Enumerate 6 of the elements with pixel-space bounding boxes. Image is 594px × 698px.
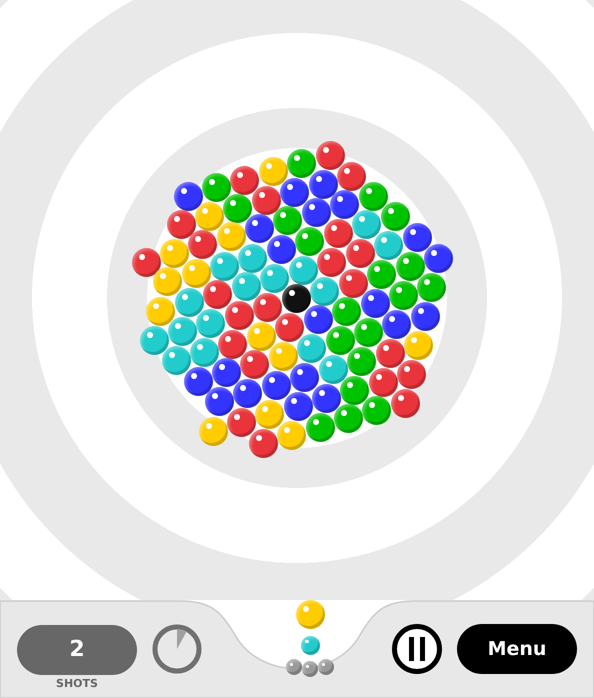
- shots-label: SHOTS: [56, 676, 98, 690]
- reserve-bubble: [302, 661, 318, 677]
- reserve-bubble: [286, 659, 302, 675]
- reserve-bubble: [318, 659, 334, 675]
- menu-button[interactable]: Menu: [457, 624, 577, 674]
- shots-counter: 2: [17, 624, 137, 674]
